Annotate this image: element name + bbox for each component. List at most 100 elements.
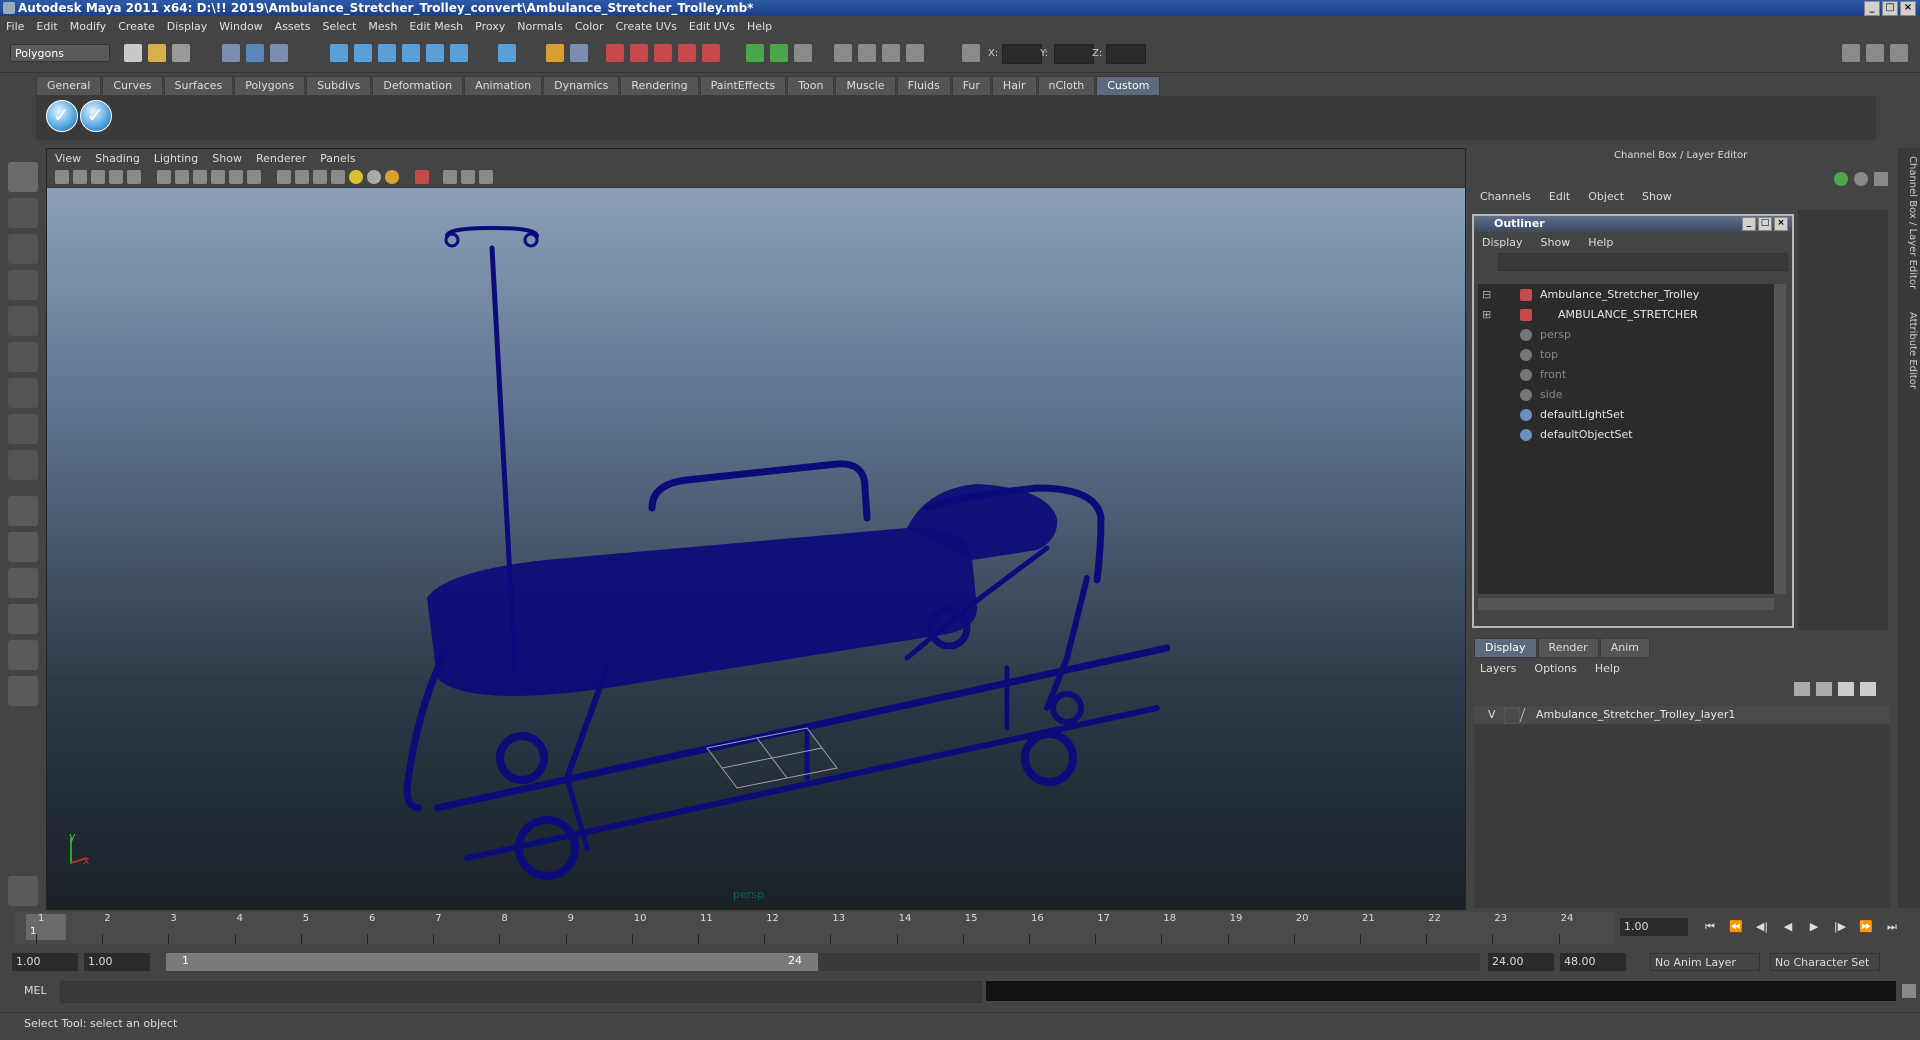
shelf-tab-general[interactable]: General <box>36 76 102 96</box>
snap-curve-icon[interactable] <box>354 44 372 62</box>
vp-menu-panels[interactable]: Panels <box>320 152 355 165</box>
new-scene-icon[interactable] <box>124 44 142 62</box>
shadow-icon[interactable] <box>367 170 381 184</box>
vp-menu-lighting[interactable]: Lighting <box>154 152 198 165</box>
maximize-button[interactable]: □ <box>1882 1 1898 16</box>
shelf-tab-rendering[interactable]: Rendering <box>620 76 699 96</box>
camera-select-icon[interactable] <box>55 170 69 184</box>
camera-attr-icon[interactable] <box>73 170 87 184</box>
move-tool-icon[interactable] <box>8 270 38 300</box>
bookmark-icon[interactable] <box>91 170 105 184</box>
layer-row[interactable]: V Ambulance_Stretcher_Trolley_layer1 <box>1474 706 1890 724</box>
expand-icon[interactable]: ⊞ <box>1482 306 1491 324</box>
points-icon[interactable] <box>229 170 243 184</box>
menu-set-dropdown[interactable]: Polygons <box>10 44 110 62</box>
current-frame-marker[interactable]: 1 <box>26 914 66 940</box>
menu-display[interactable]: Display <box>167 20 208 33</box>
vp-menu-view[interactable]: View <box>55 152 81 165</box>
shelf-tab-dynamics[interactable]: Dynamics <box>543 76 620 96</box>
move-layer-down-icon[interactable] <box>1816 682 1832 696</box>
menu-create-uvs[interactable]: Create UVs <box>616 20 677 33</box>
layer-tab-display[interactable]: Display <box>1474 638 1537 658</box>
open-scene-icon[interactable] <box>148 44 166 62</box>
ol-menu-show[interactable]: Show <box>1541 236 1571 249</box>
menu-create[interactable]: Create <box>118 20 155 33</box>
shelf-tab-custom[interactable]: Custom <box>1096 76 1161 96</box>
range-slider-thumb[interactable]: 1 24 <box>166 953 818 971</box>
layer-menu-options[interactable]: Options <box>1534 662 1576 675</box>
light-sphere-icon[interactable] <box>349 170 363 184</box>
image-plane-icon[interactable] <box>109 170 123 184</box>
anim-layer-dropdown[interactable]: No Anim Layer <box>1650 953 1760 971</box>
rename-icon[interactable] <box>882 44 900 62</box>
transform-mode-icon[interactable] <box>962 44 980 62</box>
outliner-item[interactable]: ⊞ AMBULANCE_STRETCHER <box>1478 306 1774 324</box>
wireframe-icon[interactable] <box>157 170 171 184</box>
menu-proxy[interactable]: Proxy <box>475 20 505 33</box>
z-field[interactable] <box>1106 44 1146 64</box>
outliner-item[interactable]: defaultLightSet <box>1478 406 1774 424</box>
move-layer-up-icon[interactable] <box>1794 682 1810 696</box>
outliner-item[interactable]: side <box>1478 386 1774 404</box>
soft-mod-tool-icon[interactable] <box>8 414 38 444</box>
toggle-channel-box-icon[interactable] <box>1890 44 1908 62</box>
input-ops-icon[interactable] <box>570 44 588 62</box>
script-editor-icon[interactable] <box>1902 984 1916 998</box>
step-back-frame-icon[interactable]: ◀| <box>1752 918 1772 936</box>
help-icon[interactable] <box>498 44 516 62</box>
default-light-icon[interactable] <box>295 170 309 184</box>
animation-start-field[interactable]: 1.00 <box>12 953 78 971</box>
select-hierarchy-icon[interactable] <box>222 44 240 62</box>
vp-menu-show[interactable]: Show <box>212 152 242 165</box>
custom-check-icon-2[interactable] <box>80 100 112 132</box>
key-icon[interactable] <box>1834 172 1848 186</box>
shelf-tab-fluids[interactable]: Fluids <box>896 76 951 96</box>
paint-select-tool-icon[interactable] <box>8 234 38 264</box>
menu-file[interactable]: File <box>6 20 24 33</box>
layer-tab-anim[interactable]: Anim <box>1599 638 1650 658</box>
current-time-field[interactable]: 1.00 <box>1620 918 1688 936</box>
layout-hypershade-icon[interactable] <box>8 640 38 670</box>
shelf-tab-muscle[interactable]: Muscle <box>835 76 896 96</box>
viewport-scene[interactable]: y x persp <box>47 188 1465 909</box>
toggle-tool-settings-icon[interactable] <box>1866 44 1884 62</box>
outliner-item[interactable]: defaultObjectSet <box>1478 426 1774 444</box>
shelf-tab-fur[interactable]: Fur <box>951 76 991 96</box>
outliner-vertical-scrollbar[interactable] <box>1774 284 1786 594</box>
rotate-tool-icon[interactable] <box>8 306 38 336</box>
shelf-tab-animation[interactable]: Animation <box>464 76 543 96</box>
maya-help-icon[interactable] <box>8 876 38 906</box>
layer-menu-help[interactable]: Help <box>1595 662 1620 675</box>
checker-icon[interactable] <box>331 170 345 184</box>
layer-visibility-toggle[interactable]: V <box>1488 708 1496 721</box>
layout-graph-icon[interactable] <box>8 604 38 634</box>
vp-menu-renderer[interactable]: Renderer <box>256 152 306 165</box>
side-tab-channel-box[interactable]: Channel Box / Layer Editor <box>1900 156 1918 289</box>
outliner-item[interactable]: top <box>1478 346 1774 364</box>
layout-single-icon[interactable] <box>8 496 38 526</box>
render-frame-icon[interactable] <box>606 44 624 62</box>
render-settings-icon[interactable] <box>654 44 672 62</box>
layout-four-icon[interactable] <box>8 532 38 562</box>
cb-menu-object[interactable]: Object <box>1588 190 1624 203</box>
create-layer-icon[interactable] <box>1838 682 1854 696</box>
shelf-tab-subdivs[interactable]: Subdivs <box>306 76 372 96</box>
all-lights-icon[interactable] <box>313 170 327 184</box>
outliner-horizontal-scrollbar[interactable] <box>1478 598 1774 610</box>
shelf-tab-deformation[interactable]: Deformation <box>372 76 464 96</box>
layer-name[interactable]: Ambulance_Stretcher_Trolley_layer1 <box>1536 708 1735 721</box>
bounding-box-icon[interactable] <box>211 170 225 184</box>
outliner-close-button[interactable]: × <box>1774 217 1788 231</box>
menu-modify[interactable]: Modify <box>70 20 106 33</box>
menu-help[interactable]: Help <box>747 20 772 33</box>
show-tool-settings-icon[interactable] <box>794 44 812 62</box>
y-field[interactable] <box>1054 44 1094 64</box>
lock-icon[interactable] <box>546 44 564 62</box>
snap-point-icon[interactable] <box>378 44 396 62</box>
xray-joints-icon[interactable] <box>443 170 457 184</box>
play-forwards-icon[interactable]: ▶ <box>1804 918 1824 936</box>
share-icon[interactable] <box>479 170 493 184</box>
menu-edit-uvs[interactable]: Edit UVs <box>689 20 735 33</box>
outliner-item[interactable]: ⊟ Ambulance_Stretcher_Trolley <box>1478 286 1774 304</box>
save-scene-icon[interactable] <box>172 44 190 62</box>
